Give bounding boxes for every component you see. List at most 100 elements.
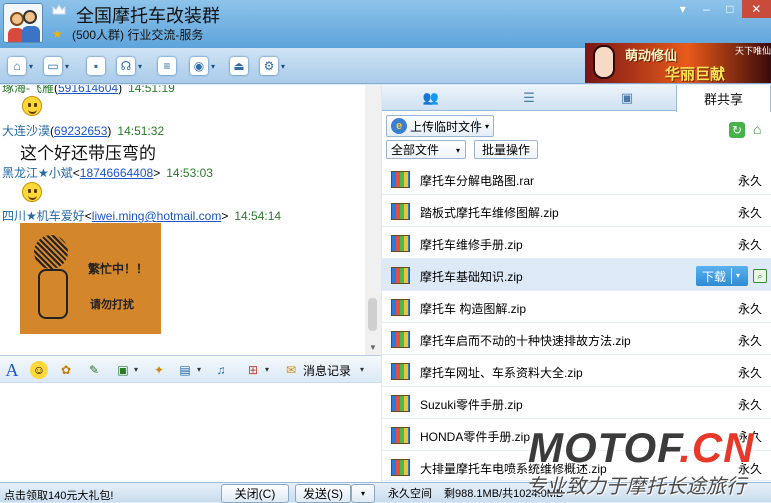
archive-icon: [391, 171, 410, 188]
gift-icon[interactable]: ✦: [150, 361, 168, 379]
panel-tabs: 👥 ☰ ▣ 群共享: [382, 85, 771, 112]
chat-message-header: 大连沙漠(69232653) 14:51:32: [2, 124, 165, 138]
file-row[interactable]: Suzuki零件手册.zip 永久: [382, 387, 771, 419]
archive-icon: [391, 395, 410, 412]
notice-icon: ≡: [158, 57, 176, 75]
group-avatar[interactable]: [3, 3, 43, 43]
font-icon[interactable]: A: [3, 360, 21, 380]
sticker-text-1: 繁忙中！！: [88, 262, 149, 276]
storage-value: 剩988.1MB/共1024.0MB: [444, 488, 564, 500]
expand-icon[interactable]: ⌂: [753, 121, 769, 137]
chevron-down-icon[interactable]: ▾: [736, 271, 740, 280]
file-row[interactable]: HONDA零件手册.zip 永久: [382, 419, 771, 451]
notice-button[interactable]: ≡: [158, 54, 176, 78]
crown-icon: [52, 4, 66, 15]
talk-icon: ☊: [117, 57, 135, 75]
message-log-icon[interactable]: ✉: [282, 361, 300, 379]
chevron-down-icon[interactable]: ▾: [197, 365, 201, 374]
file-name: 摩托车分解电路图.rar: [420, 174, 535, 188]
tab-members[interactable]: 👥: [382, 85, 480, 111]
input-toolbar: A ☺ ✿ ✎ ▣ ▾ ✦ ▤ ▾ ♫ ⊞ ▾ ✉ 消息记录 ▾: [0, 355, 381, 383]
file-name: 摩托车 构造图解.zip: [420, 302, 527, 316]
file-expiry: 永久: [738, 302, 763, 316]
archive-icon: [391, 459, 410, 476]
chevron-down-icon[interactable]: ▾: [485, 122, 489, 131]
talk-button[interactable]: ☊ ▾: [117, 54, 142, 78]
file-row[interactable]: 摩托车网址、车系资料大全.zip 永久: [382, 355, 771, 387]
archive-icon: [391, 203, 410, 220]
close-button[interactable]: 关闭(C): [221, 484, 289, 503]
minimize-button[interactable]: –: [695, 0, 719, 18]
chevron-down-icon: ▾: [455, 146, 460, 155]
game-ad-banner[interactable]: 萌动修仙 华丽巨献 天下唯仙: [585, 43, 771, 83]
send-options-button[interactable]: ▾: [351, 484, 375, 503]
home-button[interactable]: ⌂ ▾: [8, 54, 33, 78]
file-row-selected[interactable]: 摩托车基础知识.zip 下载 ▾ ⌕: [382, 259, 771, 291]
save-icon: ▪: [87, 57, 105, 75]
settings-button[interactable]: ⚙ ▾: [260, 54, 285, 78]
file-row[interactable]: 摩托车启而不动的十种快速排故方法.zip 永久: [382, 323, 771, 355]
message-log-button[interactable]: 消息记录: [303, 362, 351, 379]
archive-icon: [391, 299, 410, 316]
file-row[interactable]: 摩托车维修手册.zip 永久: [382, 227, 771, 259]
tab-list[interactable]: ☰: [480, 85, 578, 111]
user-id-link[interactable]: liwei.ming@hotmail.com: [92, 209, 222, 223]
emoticon-icon[interactable]: ☺: [30, 361, 48, 379]
file-row[interactable]: 大排量摩托车电喷系统维修概述.zip 永久: [382, 451, 771, 481]
save-button[interactable]: ▪: [87, 54, 105, 78]
magic-face-icon[interactable]: ✿: [57, 361, 75, 379]
gift-promo-link[interactable]: 点击领取140元大礼包!: [4, 487, 113, 503]
chevron-down-icon[interactable]: ▾: [265, 365, 269, 374]
chevron-down-icon[interactable]: ▾: [134, 365, 138, 374]
download-button[interactable]: 下载 ▾: [696, 266, 748, 286]
more-apps-icon[interactable]: ⊞: [244, 361, 262, 379]
scrollbar-thumb[interactable]: [368, 298, 377, 331]
image-icon[interactable]: ▣: [114, 361, 132, 379]
location-icon: ◉: [190, 57, 208, 75]
file-name: 摩托车基础知识.zip: [420, 270, 523, 284]
group-subtitle: (500人群) 行业交流-服务: [72, 28, 204, 42]
file-row[interactable]: 摩托车 构造图解.zip 永久: [382, 291, 771, 323]
user-id-link[interactable]: 69232653: [54, 124, 107, 138]
upload-icon: e: [391, 118, 407, 134]
music-icon[interactable]: ♫: [212, 361, 230, 379]
batch-operation-button[interactable]: 批量操作: [474, 140, 538, 159]
image-edit-icon[interactable]: ✎: [85, 361, 103, 379]
scroll-down-icon[interactable]: ▼: [369, 343, 377, 352]
file-row[interactable]: 摩托车分解电路图.rar 永久: [382, 163, 771, 195]
location-button[interactable]: ◉ ▾: [190, 54, 215, 78]
status-bar: 点击领取140元大礼包! 关闭(C) 发送(S) ▾ 永久空间 剩988.1MB…: [0, 482, 771, 503]
chevron-down-icon[interactable]: ▾: [360, 365, 364, 374]
vote-icon: ⏏: [230, 57, 248, 75]
user-id-link[interactable]: 18746664408: [80, 166, 153, 180]
maximize-button[interactable]: □: [718, 0, 742, 18]
file-name: HONDA零件手册.zip: [420, 430, 531, 444]
chat-message-header: 四川★机车爱好<liwei.ming@hotmail.com> 14:54:14: [2, 209, 282, 223]
file-expiry: 永久: [738, 430, 763, 444]
refresh-icon[interactable]: ↻: [729, 122, 745, 138]
file-expiry: 永久: [738, 174, 763, 188]
close-window-button[interactable]: ✕: [741, 0, 771, 18]
archive-icon: [391, 363, 410, 380]
chat-scrollbar[interactable]: ▼: [365, 85, 381, 355]
upload-temp-file-button[interactable]: e 上传临时文件 ▾: [386, 115, 494, 137]
file-expiry: 永久: [738, 398, 763, 412]
tab-group-share[interactable]: 群共享: [676, 85, 771, 112]
folder-button[interactable]: ▭ ▾: [44, 54, 69, 78]
storage-label: 永久空间: [388, 488, 432, 500]
preview-icon[interactable]: ⌕: [753, 269, 767, 283]
file-row[interactable]: 踏板式摩托车维修图解.zip 永久: [382, 195, 771, 227]
file-filter-select[interactable]: 全部文件 ▾: [386, 140, 466, 159]
user-id-link[interactable]: 591614604: [58, 85, 118, 95]
tab-album[interactable]: ▣: [578, 85, 676, 111]
vote-button[interactable]: ⏏: [230, 54, 248, 78]
archive-icon: [391, 331, 410, 348]
message-input[interactable]: [0, 383, 381, 482]
archive-icon: [391, 427, 410, 444]
chevron-down-icon: ▾: [360, 489, 365, 498]
menu-button[interactable]: ▾: [671, 0, 695, 18]
send-button[interactable]: 发送(S): [295, 484, 351, 503]
ad-line-3: 天下唯仙: [735, 46, 771, 56]
star-icon: ★: [52, 27, 63, 41]
screenshot-icon[interactable]: ▤: [176, 361, 194, 379]
